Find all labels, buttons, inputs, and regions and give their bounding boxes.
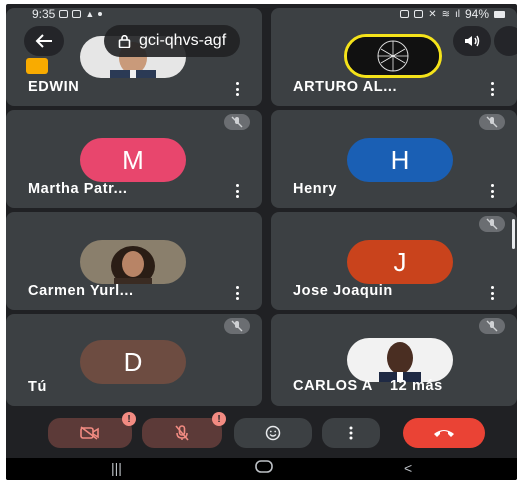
system-navigation-bar: ||| < [6, 458, 517, 480]
more-options-icon[interactable] [236, 184, 240, 198]
participant-name: Tú [28, 379, 47, 395]
participant-tile[interactable]: D Tú [6, 314, 262, 406]
participant-tile[interactable]: CARLOS A 12 más [271, 314, 517, 406]
participant-video [347, 338, 453, 382]
more-options-icon[interactable] [491, 286, 495, 300]
participant-name: Carmen Yurl... [28, 283, 134, 299]
camera-warning-badge: ! [122, 412, 136, 426]
more-options-icon[interactable] [491, 184, 495, 198]
back-nav-icon[interactable]: < [404, 460, 412, 476]
lock-icon [400, 10, 410, 18]
mic-muted-icon [479, 318, 505, 334]
back-button[interactable] [24, 26, 64, 56]
meeting-code: gci-qhvs-agf [139, 32, 227, 49]
participant-name: CARLOS A [293, 378, 373, 394]
more-options-icon[interactable] [236, 82, 240, 96]
more-options-icon[interactable] [236, 286, 240, 300]
participant-avatar: H [347, 138, 453, 182]
home-icon[interactable] [254, 458, 274, 477]
mic-muted-icon [479, 114, 505, 130]
speaker-icon [465, 35, 480, 47]
mic-warning-badge: ! [212, 412, 226, 426]
call-controls: ! ! [6, 406, 517, 458]
whatsapp-icon [59, 10, 69, 18]
participant-avatar: D [80, 340, 186, 384]
cast-icon [414, 10, 424, 18]
mic-toggle-button[interactable]: ! [142, 412, 226, 448]
mic-muted-icon [479, 216, 505, 232]
end-call-button[interactable] [403, 418, 485, 448]
back-arrow-icon [35, 34, 52, 48]
status-bar: 9:35 ▲ ✕ ≋ ıl 94% [6, 4, 517, 24]
participant-tile[interactable]: M Martha Patr... [6, 110, 262, 208]
participant-tile[interactable]: J Jose Joaquin [271, 212, 517, 310]
camera-off-icon [80, 426, 99, 440]
more-vertical-icon [349, 426, 353, 440]
battery-percent: 94% [464, 7, 489, 21]
participant-tile[interactable]: Carmen Yurl... [6, 212, 262, 310]
participant-name: ARTURO AL... [293, 79, 398, 95]
participant-name: EDWIN [28, 79, 80, 95]
camera-toggle-button[interactable]: ! [48, 412, 136, 448]
lock-icon [118, 34, 131, 48]
mic-off-icon [175, 425, 189, 441]
participant-name: Henry [293, 181, 338, 197]
meeting-code-chip[interactable]: gci-qhvs-agf [104, 25, 241, 57]
participant-tile[interactable]: H Henry [271, 110, 517, 208]
more-options-icon[interactable] [491, 82, 495, 96]
switch-camera-button[interactable] [494, 26, 517, 56]
participant-avatar: J [347, 240, 453, 284]
signal-icon: ıl [454, 8, 460, 20]
participant-avatar: M [80, 138, 186, 182]
more-participants-count[interactable]: 12 más [390, 378, 443, 394]
battery-icon [494, 10, 505, 18]
gmail-icon [72, 10, 82, 18]
meeting-top-bar: gci-qhvs-agf [6, 22, 517, 62]
alert-icon: ▲ [85, 9, 95, 19]
mic-muted-icon [224, 318, 250, 334]
mute-status-icon: ✕ [428, 8, 437, 20]
status-time: 9:35 [32, 7, 56, 21]
emoji-icon [265, 425, 281, 441]
mic-muted-icon [224, 114, 250, 130]
audio-output-button[interactable] [453, 26, 491, 56]
wifi-icon: ≋ [441, 8, 450, 20]
more-options-button[interactable] [322, 418, 380, 448]
recent-apps-icon[interactable]: ||| [111, 460, 122, 476]
notification-dot-icon [98, 12, 103, 16]
hang-up-icon [434, 430, 454, 437]
participant-name: Martha Patr... [28, 181, 128, 197]
scrollbar[interactable] [512, 219, 515, 249]
participant-video [80, 240, 186, 284]
participant-name: Jose Joaquin [293, 283, 393, 299]
meet-screen: 9:35 ▲ ✕ ≋ ıl 94% EDWIN ARTURO AL... M M… [6, 4, 517, 480]
reactions-button[interactable] [234, 418, 312, 448]
